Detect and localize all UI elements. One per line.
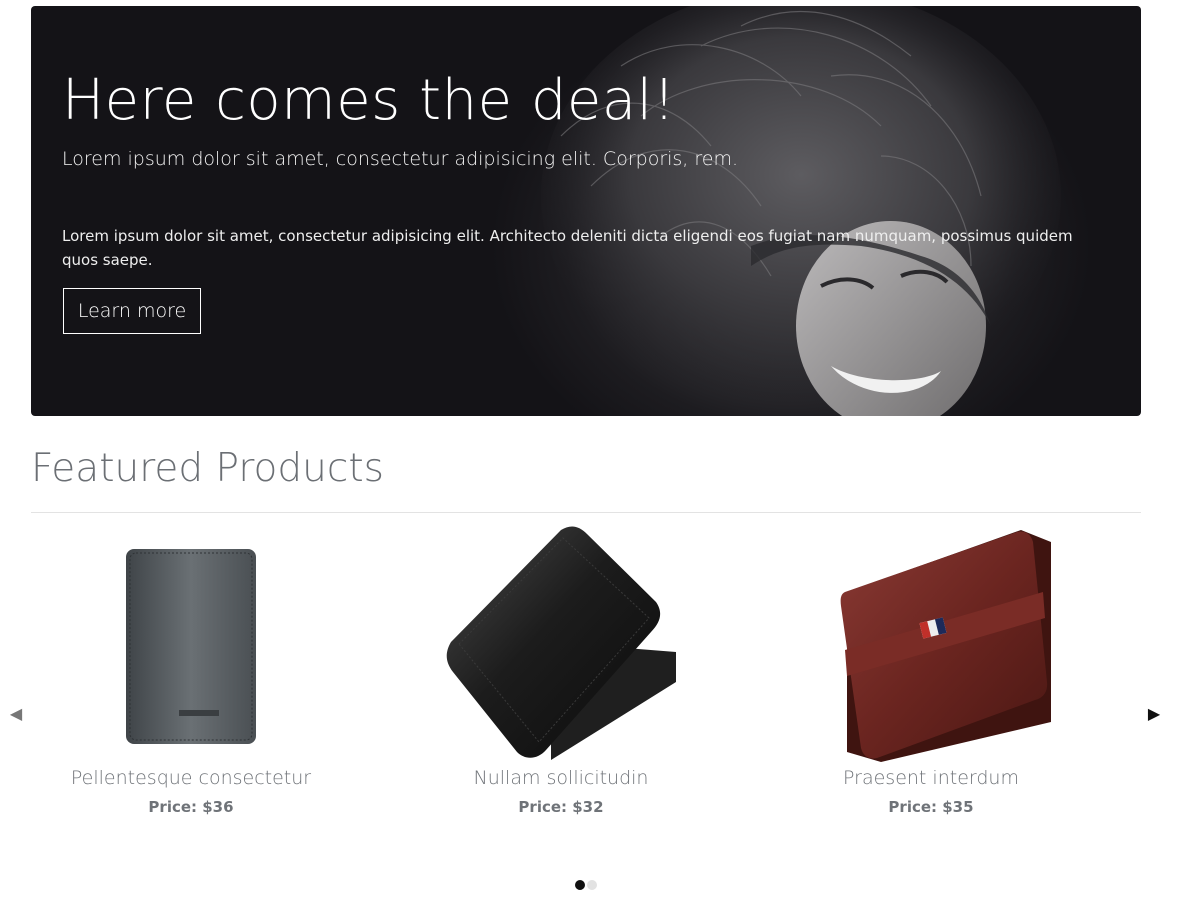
learn-more-button[interactable]: Learn more xyxy=(63,288,201,334)
product-price: Price: $36 xyxy=(148,798,234,816)
hero-title: Here comes the deal! xyxy=(62,68,676,133)
hero-body-text: Lorem ipsum dolor sit amet, consectetur … xyxy=(62,227,1073,269)
grey-wallet-image xyxy=(126,549,256,744)
black-wallet-image xyxy=(446,526,676,760)
product-price: Price: $35 xyxy=(888,798,974,816)
brown-wallet-image xyxy=(840,530,1051,762)
product-card[interactable]: Nullam sollicitudin Price: $32 xyxy=(411,522,711,816)
product-name[interactable]: Nullam sollicitudin xyxy=(411,766,711,790)
product-price: Price: $32 xyxy=(518,798,604,816)
carousel-prev-icon[interactable]: ◀ xyxy=(5,703,27,725)
product-name[interactable]: Pellentesque consectetur xyxy=(41,766,341,790)
hero-banner: Here comes the deal! Lorem ipsum dolor s… xyxy=(31,6,1141,416)
carousel-dot-2[interactable] xyxy=(587,880,597,890)
product-card[interactable]: Pellentesque consectetur Price: $36 xyxy=(41,522,341,816)
carousel-pagination xyxy=(575,880,597,890)
section-divider xyxy=(31,512,1141,513)
product-card[interactable]: Praesent interdum Price: $35 xyxy=(781,522,1081,816)
hero-lead-text: Lorem ipsum dolor sit amet, consectetur … xyxy=(62,148,739,170)
carousel-dot-1[interactable] xyxy=(575,880,585,890)
featured-products-title: Featured Products xyxy=(31,446,384,491)
product-name[interactable]: Praesent interdum xyxy=(781,766,1081,790)
carousel-next-icon[interactable]: ▶ xyxy=(1143,703,1165,725)
